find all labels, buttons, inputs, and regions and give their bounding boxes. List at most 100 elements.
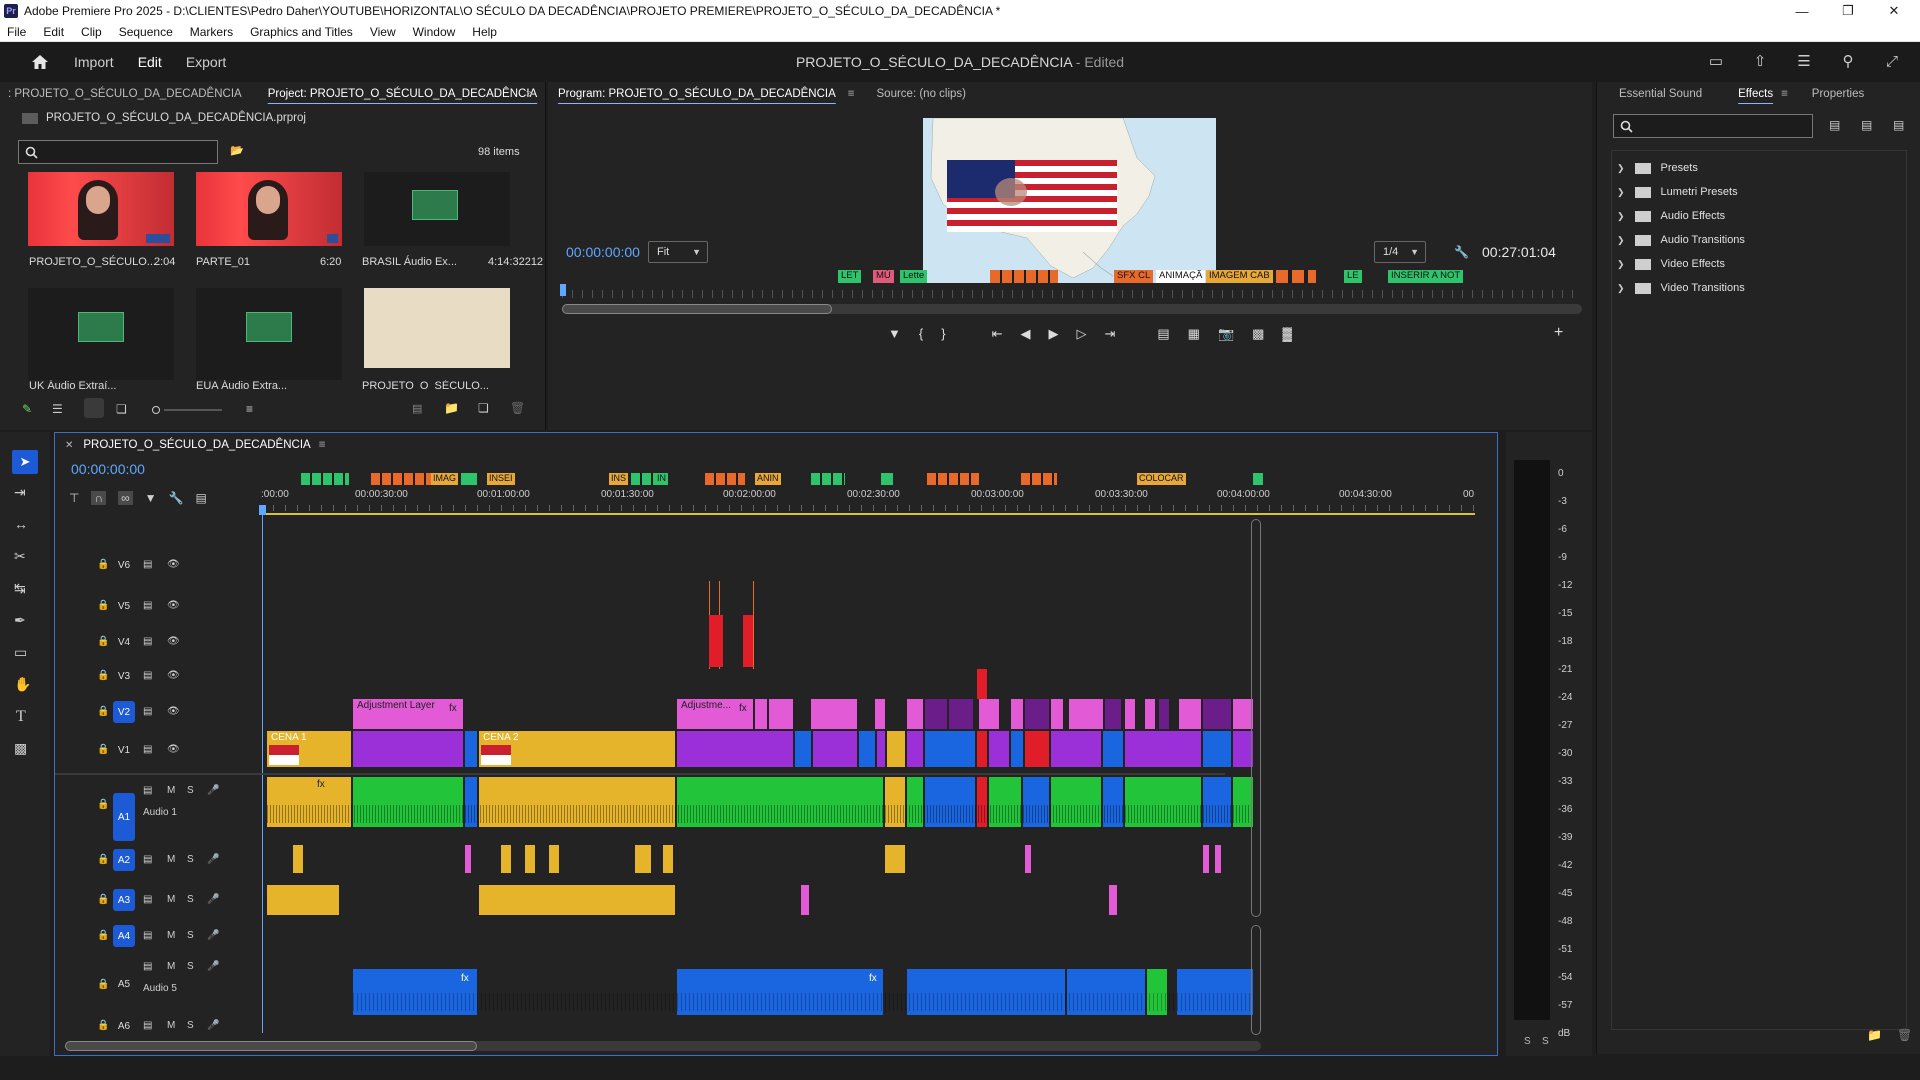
solo-button[interactable]: S xyxy=(187,785,194,796)
wrench-icon[interactable]: 🔧 xyxy=(1454,245,1469,259)
v1-clip[interactable] xyxy=(795,731,811,767)
tab-project[interactable]: Project: PROJETO_O_SÉCULO_DA_DECADÊNCIA xyxy=(260,88,545,100)
eye-icon[interactable]: 👁 xyxy=(167,670,180,681)
lock-icon[interactable]: 🔒 xyxy=(97,799,109,810)
eye-icon[interactable]: 👁 xyxy=(167,559,180,570)
fullscreen-icon[interactable]: ⤢ xyxy=(1882,52,1902,72)
lock-icon[interactable]: 🔒 xyxy=(97,979,109,990)
lock-icon[interactable]: 🔒 xyxy=(97,1020,109,1031)
lock-icon[interactable]: 🔒 xyxy=(97,706,109,717)
v1-clip[interactable] xyxy=(859,731,875,767)
v2-clip[interactable] xyxy=(769,699,793,729)
go-to-out-icon[interactable]: ⇥ xyxy=(1104,326,1115,342)
marker[interactable]: INSERIR A NOT xyxy=(1388,270,1464,283)
tab-program[interactable]: Program: PROJETO_O_SÉCULO_DA_DECADÊNCIA xyxy=(550,88,844,100)
track-id[interactable]: V1 xyxy=(113,739,135,761)
sync-lock-icon[interactable]: ▤ xyxy=(143,706,152,717)
mute-button[interactable]: M xyxy=(167,854,175,865)
menu-clip[interactable]: Clip xyxy=(73,25,111,39)
32bit-effects-icon[interactable]: ▤ xyxy=(1861,118,1872,132)
rectangle-tool-icon[interactable]: ▭ xyxy=(14,644,27,661)
mic-icon[interactable]: 🎤 xyxy=(207,930,219,941)
v2-clip[interactable] xyxy=(949,699,973,729)
mic-icon[interactable]: 🎤 xyxy=(207,961,219,972)
sync-lock-icon[interactable]: ▤ xyxy=(143,600,152,611)
ruler-marker[interactable] xyxy=(705,473,745,485)
a2-audio-clip[interactable] xyxy=(1203,845,1209,873)
ruler-marker[interactable]: COLOCAR xyxy=(1137,473,1186,485)
v1-clip[interactable] xyxy=(1103,731,1123,767)
a2-audio-clip[interactable] xyxy=(293,845,303,873)
track-id[interactable]: A5 xyxy=(113,973,135,995)
v1-clip[interactable] xyxy=(1203,731,1231,767)
audio-track-scrollbar[interactable] xyxy=(1251,925,1261,1035)
tree-item-lumetri[interactable]: ❯ Lumetri Presets xyxy=(1617,180,1745,204)
a2-audio-clip[interactable] xyxy=(525,845,535,873)
adjustment-layer-clip[interactable]: Adjustment Layer xyxy=(353,699,463,729)
effects-menu-icon[interactable]: ≡ xyxy=(1781,88,1788,100)
ruler-marker[interactable] xyxy=(927,473,979,485)
v2-clip[interactable] xyxy=(1125,699,1135,729)
razor-tool-icon[interactable]: ✂ xyxy=(14,548,26,565)
solo-button[interactable]: S xyxy=(187,930,194,941)
ruler-marker[interactable]: INSEI xyxy=(487,473,515,485)
v2-clip[interactable] xyxy=(755,699,767,729)
v2-clip[interactable] xyxy=(1025,699,1049,729)
program-menu-icon[interactable]: ≡ xyxy=(848,88,855,100)
cena1-clip[interactable]: CENA 1 xyxy=(267,731,351,767)
zoom-slider[interactable] xyxy=(164,409,222,411)
v2-clip[interactable] xyxy=(1159,699,1169,729)
v1-clip[interactable] xyxy=(887,731,905,767)
sync-lock-icon[interactable]: ▤ xyxy=(143,670,152,681)
a2-audio-clip[interactable] xyxy=(663,845,673,873)
tab-sequence[interactable]: PROJETO_O_SÉCULO_DA_DECADÊNCIA xyxy=(75,439,318,451)
sequence-menu-icon[interactable]: ≡ xyxy=(319,439,326,451)
v2-clip[interactable] xyxy=(1233,699,1253,729)
minimize-icon[interactable]: — xyxy=(1780,0,1824,22)
mute-button[interactable]: M xyxy=(167,961,175,972)
new-bin-icon[interactable]: 📁 xyxy=(444,401,459,415)
tree-item-presets[interactable]: ❯ Presets xyxy=(1617,156,1745,180)
marker[interactable]: ANIMAÇÃ xyxy=(1156,270,1206,283)
mic-icon[interactable]: 🎤 xyxy=(207,1020,219,1031)
v2-clip[interactable] xyxy=(811,699,857,729)
track-id[interactable]: A1 xyxy=(113,793,135,841)
expand-panels-icon[interactable]: » xyxy=(526,88,532,100)
v1-clip[interactable] xyxy=(925,731,975,767)
v3-clip[interactable] xyxy=(977,669,987,699)
track-id[interactable]: A4 xyxy=(113,925,135,947)
tab-essential-sound[interactable]: Essential Sound xyxy=(1611,88,1710,100)
lock-icon[interactable]: 🔒 xyxy=(97,744,109,755)
v2-clip[interactable] xyxy=(1069,699,1103,729)
menu-file[interactable]: File xyxy=(0,25,35,39)
zoom-slider-handle[interactable] xyxy=(152,406,160,414)
v1-clip[interactable] xyxy=(907,731,923,767)
freeform-view-icon[interactable]: ❏ xyxy=(116,402,127,416)
v1-clip[interactable] xyxy=(1051,731,1101,767)
solo-left-button[interactable]: S xyxy=(1524,1036,1531,1047)
ruler-marker[interactable] xyxy=(811,473,845,485)
program-zoom-handle[interactable] xyxy=(562,304,832,314)
ruler-marker[interactable] xyxy=(461,473,477,485)
ruler-marker[interactable] xyxy=(301,473,349,485)
tree-item-audio-effects[interactable]: ❯ Audio Effects xyxy=(1617,204,1745,228)
eye-icon[interactable]: 👁 xyxy=(167,744,180,755)
ripple-edit-tool-icon[interactable]: ↔ xyxy=(14,516,28,532)
track-id[interactable]: A6 xyxy=(113,1015,135,1037)
lock-icon[interactable]: 🔒 xyxy=(97,930,109,941)
marker[interactable]: Lette xyxy=(900,270,928,283)
add-marker-icon[interactable]: ▼ xyxy=(888,326,901,342)
marker[interactable]: IMAGEM CAB xyxy=(1206,270,1273,283)
icon-view-icon[interactable] xyxy=(84,398,104,418)
timeline-zoom-handle[interactable] xyxy=(65,1041,477,1051)
a3-audio-clip[interactable] xyxy=(479,885,675,915)
v2-clip[interactable] xyxy=(1179,699,1201,729)
v4-clip[interactable] xyxy=(709,615,723,667)
tree-item-video-transitions[interactable]: ❯ Video Transitions xyxy=(1617,276,1745,300)
tab-source[interactable]: Source: (no clips) xyxy=(869,88,974,100)
mute-button[interactable]: M xyxy=(167,785,175,796)
proxy-icon[interactable]: ▓ xyxy=(1282,326,1291,342)
v2-clip[interactable] xyxy=(979,699,999,729)
mic-icon[interactable]: 🎤 xyxy=(207,894,219,905)
mute-button[interactable]: M xyxy=(167,1020,175,1031)
